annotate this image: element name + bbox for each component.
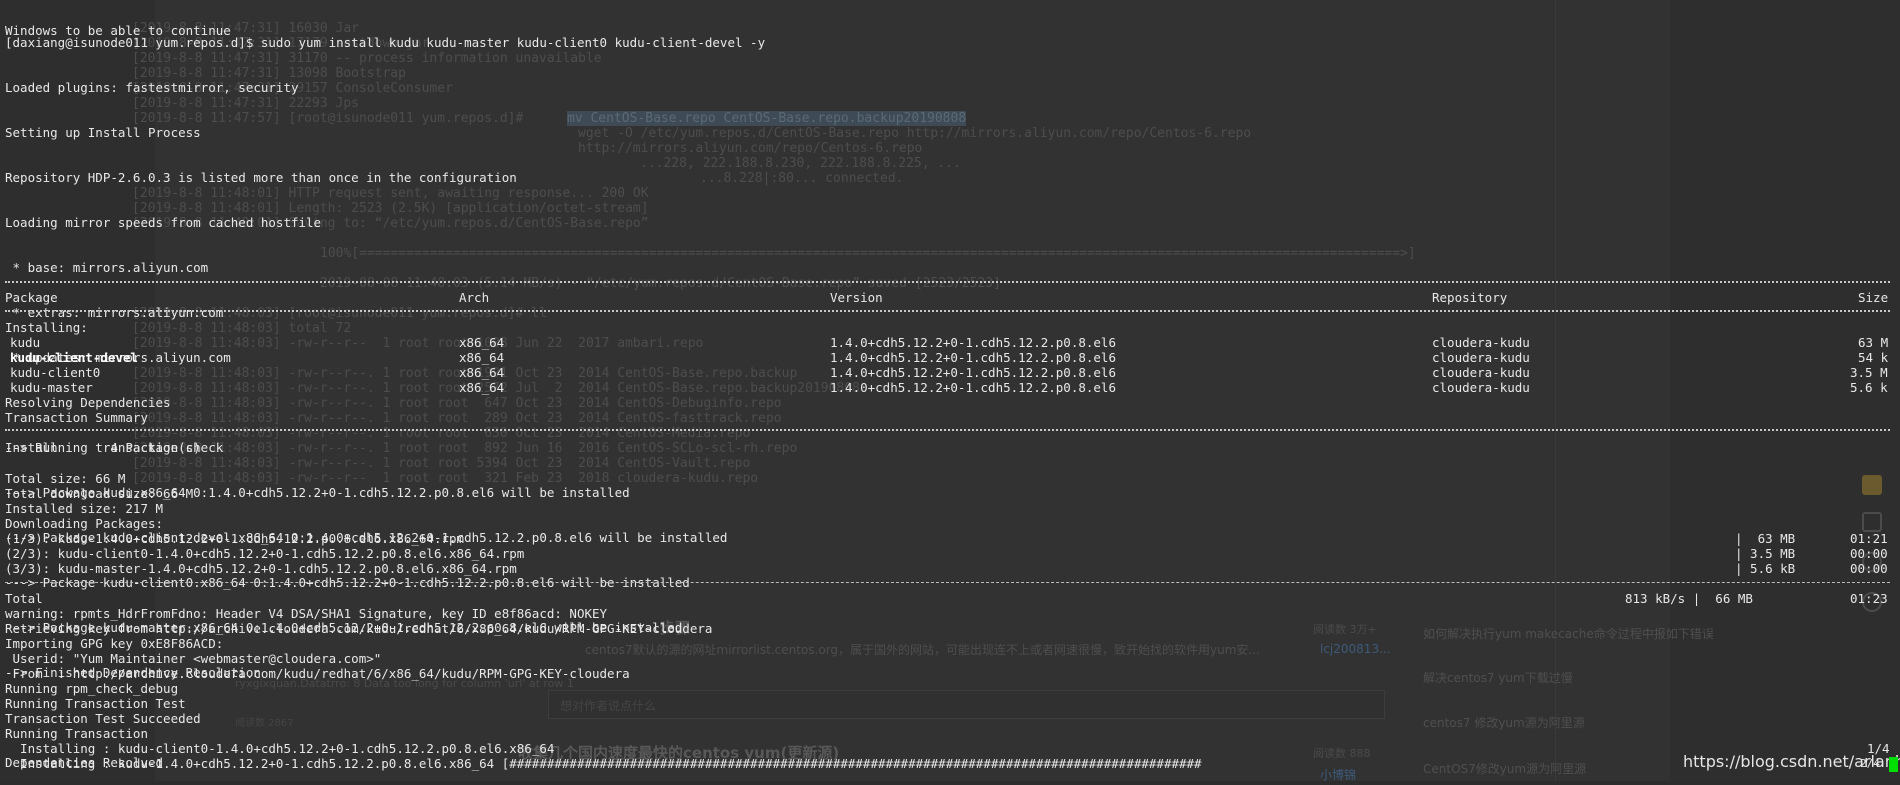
terminal-line: Running Transaction <box>5 726 148 741</box>
install-count: Install 4 Package(s) <box>5 440 201 455</box>
total-label: Total <box>5 591 43 606</box>
package-arch: x86_64 <box>459 365 505 380</box>
header-size: Size <box>1858 290 1889 305</box>
download-file: (1/3): kudu-1.4.0+cdh5.12.2+0-1.cdh5.12.… <box>5 531 465 546</box>
package-size: 3.5 M <box>1850 365 1888 380</box>
package-version: 1.4.0+cdh5.12.2+0-1.cdh5.12.2.p0.8.el6 <box>830 350 1116 365</box>
package-size: 63 M <box>1858 335 1889 350</box>
package-size: 5.6 k <box>1850 380 1888 395</box>
terminal-line: ---> Package kudu.x86_64 0:1.4.0+cdh5.12… <box>5 485 630 500</box>
package-name: kudu <box>10 335 41 350</box>
package-arch: x86_64 <box>459 335 505 350</box>
download-file: (3/3): kudu-master-1.4.0+cdh5.12.2+0-1.c… <box>5 561 517 576</box>
downloading-label: Downloading Packages: <box>5 516 164 531</box>
download-size: Total download size: 66 M <box>5 486 194 501</box>
download-file: (2/3): kudu-client0-1.4.0+cdh5.12.2+0-1.… <box>5 546 525 561</box>
terminal-line: Running Transaction Test <box>5 696 186 711</box>
package-arch: x86_64 <box>459 350 505 365</box>
transaction-summary: Transaction Summary <box>5 410 148 425</box>
total-size: Total size: 66 M <box>5 471 126 486</box>
download-time: 00:00 <box>1850 546 1888 561</box>
header-package: Package <box>5 290 58 305</box>
terminal-line: Loading mirror speeds from cached hostfi… <box>5 215 322 230</box>
header-repository: Repository <box>1432 290 1508 305</box>
download-time: 01:21 <box>1850 531 1888 546</box>
terminal-line: warning: rpmts_HdrFromFdno: Header V4 DS… <box>5 606 608 621</box>
installing-label: Installing: <box>5 320 88 335</box>
package-repo: cloudera-kudu <box>1432 350 1530 365</box>
terminal-line: Retrieving key from http://archive.cloud… <box>5 621 713 636</box>
package-version: 1.4.0+cdh5.12.2+0-1.cdh5.12.2.p0.8.el6 <box>830 365 1116 380</box>
table-header-rule <box>5 310 1890 312</box>
package-version: 1.4.0+cdh5.12.2+0-1.cdh5.12.2.p0.8.el6 <box>830 380 1116 395</box>
download-size: | 63 MB <box>1735 531 1796 546</box>
package-name: kudu-client-devel <box>10 350 138 365</box>
download-size: | 5.6 kB <box>1735 561 1796 576</box>
terminal-line: Repository HDP-2.6.0.3 is listed more th… <box>5 170 517 185</box>
terminal-line: Resolving Dependencies <box>5 395 171 410</box>
header-arch: Arch <box>459 290 490 305</box>
terminal-line: --> Running transaction check <box>5 440 224 455</box>
package-repo: cloudera-kudu <box>1432 365 1530 380</box>
csdn-watermark: https://blog.csdn.net/arlanhon <box>1683 752 1900 771</box>
terminal-line: Userid: "Yum Maintainer <webmaster@cloud… <box>5 651 382 666</box>
total-divider <box>5 582 1890 583</box>
package-version: 1.4.0+cdh5.12.2+0-1.cdh5.12.2.p0.8.el6 <box>830 335 1116 350</box>
summary-rule <box>5 429 1890 431</box>
installed-size: Installed size: 217 M <box>5 501 164 516</box>
terminal-line: Transaction Test Succeeded <box>5 711 201 726</box>
terminal-line: Importing GPG key 0xE8F86ACD: <box>5 636 224 651</box>
terminal-line: From : http://archive.cloudera.com/kudu/… <box>5 666 630 681</box>
header-version: Version <box>830 290 883 305</box>
table-top-rule <box>5 281 1890 283</box>
package-arch: x86_64 <box>459 380 505 395</box>
terminal-line: Setting up Install Process <box>5 125 201 140</box>
package-repo: cloudera-kudu <box>1432 335 1530 350</box>
download-size: | 3.5 MB <box>1735 546 1796 561</box>
terminal-command-line: [daxiang@isunode011 yum.repos.d]$ sudo y… <box>5 35 766 50</box>
package-size: 54 k <box>1858 350 1889 365</box>
download-time: 00:00 <box>1850 561 1888 576</box>
package-repo: cloudera-kudu <box>1432 380 1530 395</box>
total-time: 01:23 <box>1850 591 1888 606</box>
terminal-line: Running rpm_check_debug <box>5 681 179 696</box>
package-name: kudu-client0 <box>10 365 101 380</box>
installing-progress-line: Installing : kudu-1.4.0+cdh5.12.2+0-1.cd… <box>5 756 1202 771</box>
total-rate: 813 kB/s | 66 MB <box>1625 591 1753 606</box>
terminal-line: * base: mirrors.aliyun.com <box>5 260 209 275</box>
terminal-line: Loaded plugins: fastestmirror, security <box>5 80 299 95</box>
installing-progress-line: Installing : kudu-client0-1.4.0+cdh5.12.… <box>5 741 555 756</box>
terminal-line: * extras: mirrors.aliyun.com <box>5 305 224 320</box>
terminal-cursor <box>1889 757 1898 772</box>
package-name: kudu-master <box>10 380 93 395</box>
